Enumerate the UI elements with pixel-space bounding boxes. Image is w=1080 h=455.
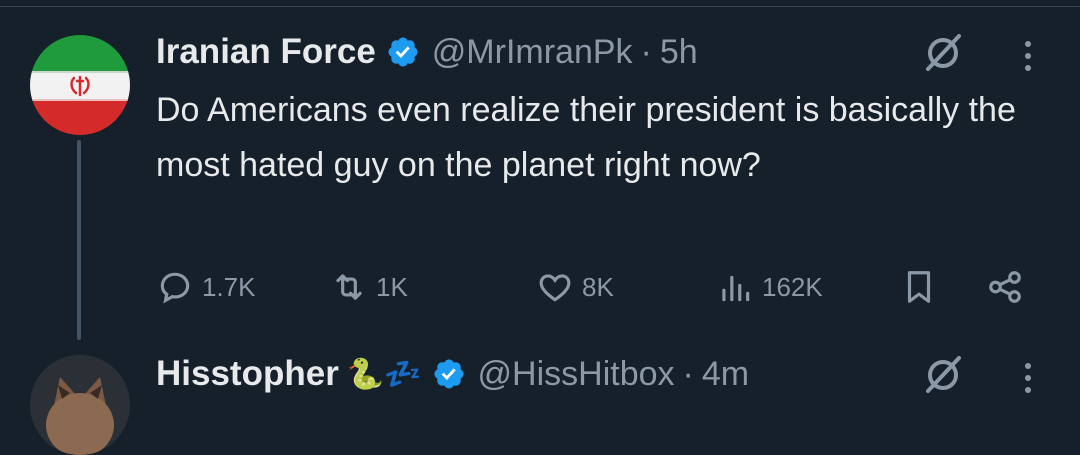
bookmark-button[interactable]	[900, 262, 946, 312]
avatar-cat[interactable]	[30, 355, 130, 455]
separator-dot: ·	[682, 354, 694, 393]
reply-count: 1.7K	[202, 271, 256, 302]
like-button[interactable]: 8K	[536, 262, 614, 312]
repost-button[interactable]: 1K	[330, 262, 408, 312]
display-name[interactable]: Hisstopher	[156, 354, 339, 394]
views-button[interactable]: 162K	[716, 262, 823, 312]
like-icon	[539, 274, 571, 302]
view-count: 162K	[762, 271, 823, 302]
avatar-iranian-flag[interactable]	[30, 35, 130, 135]
repost-icon	[336, 274, 362, 300]
separator-dot: ·	[640, 32, 652, 71]
display-name[interactable]: Iranian Force	[156, 32, 376, 72]
tweet-actions: 1.7K 1K 8K 162K	[156, 262, 1036, 312]
repost-count: 1K	[376, 271, 408, 302]
tweet-header: Iranian Force @MrImranPk · 5h	[156, 28, 698, 76]
reply-button[interactable]: 1.7K	[156, 262, 256, 312]
timestamp[interactable]: 5h	[660, 33, 698, 72]
more-icon[interactable]	[1018, 360, 1038, 400]
grok-icon[interactable]	[920, 352, 966, 398]
tweet-text: Do Americans even realize their presiden…	[156, 91, 1016, 184]
tweet-header: Hisstopher 🐍💤 @HissHitbox · 4m	[156, 350, 749, 398]
thread-connector-line	[77, 140, 81, 340]
user-handle[interactable]: @HissHitbox	[478, 355, 675, 394]
bookmark-icon	[907, 271, 931, 303]
grok-icon[interactable]	[920, 30, 966, 76]
views-icon	[722, 275, 750, 302]
timestamp[interactable]: 4m	[702, 355, 749, 394]
user-handle[interactable]: @MrImranPk	[432, 33, 633, 72]
iran-flag-icon	[30, 35, 130, 135]
more-icon[interactable]	[1018, 38, 1038, 78]
share-icon	[989, 271, 1021, 303]
like-count: 8K	[582, 271, 614, 302]
verified-badge-icon	[434, 359, 464, 389]
reply-icon	[160, 272, 190, 304]
cat-avatar-icon	[30, 355, 130, 455]
top-divider	[0, 6, 1080, 7]
share-button[interactable]	[986, 262, 1032, 312]
verified-badge-icon	[388, 37, 418, 67]
name-emoji: 🐍💤	[346, 357, 422, 391]
